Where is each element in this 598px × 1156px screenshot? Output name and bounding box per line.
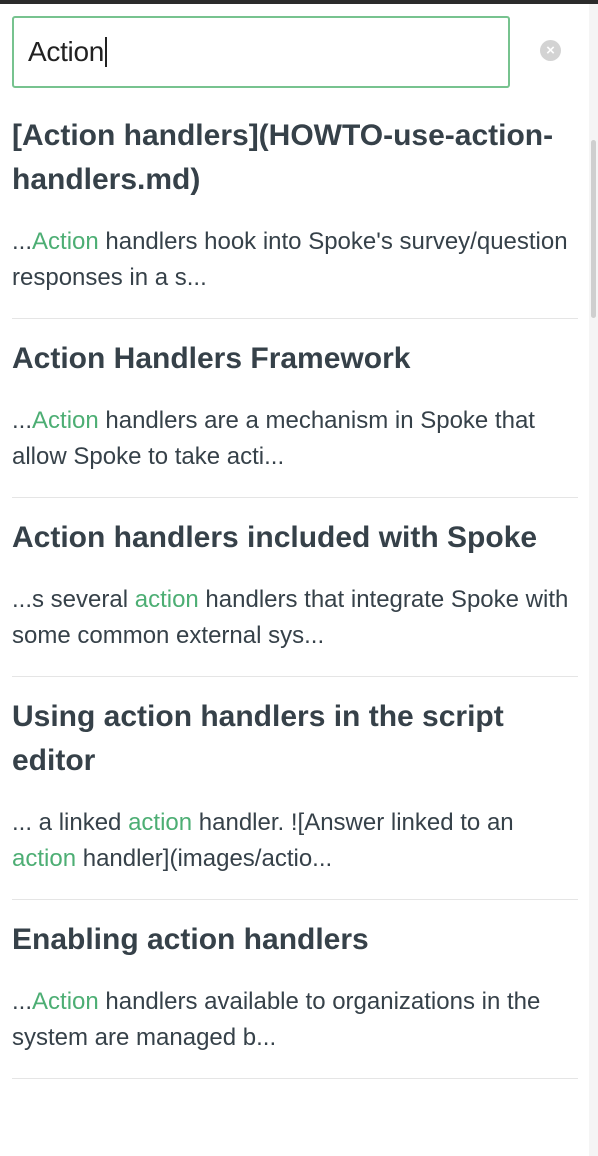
top-border — [0, 0, 598, 4]
result-title[interactable]: Action handlers included with Spoke — [12, 516, 578, 560]
search-result-item[interactable]: Action Handlers Framework ...Action handl… — [12, 319, 578, 498]
scrollbar-thumb[interactable] — [591, 140, 596, 318]
snippet-text: ... — [12, 228, 33, 255]
snippet-text: ... — [12, 407, 33, 434]
snippet-text: handler](images/actio... — [76, 845, 333, 872]
search-input[interactable]: Action — [28, 18, 108, 86]
search-result-item[interactable]: Action handlers included with Spoke ...s … — [12, 498, 578, 677]
snippet-highlight: Action — [32, 407, 99, 434]
search-result-item[interactable]: [Action handlers](HOWTO-use-action-handl… — [12, 96, 578, 319]
snippet-highlight: action — [12, 845, 77, 872]
search-input-value: Action — [28, 36, 105, 67]
result-title[interactable]: Using action handlers in the script edit… — [12, 695, 578, 783]
search-result-item[interactable]: Using action handlers in the script edit… — [12, 677, 578, 900]
result-title[interactable]: Action Handlers Framework — [12, 337, 578, 381]
result-snippet: ...Action handlers hook into Spoke's sur… — [12, 224, 578, 296]
snippet-text: ... a linked — [12, 809, 129, 836]
snippet-text: ...s several — [12, 586, 135, 613]
result-snippet: ... a linked action handler. ![Answer li… — [12, 805, 578, 877]
result-snippet: ...s several action handlers that integr… — [12, 582, 578, 654]
snippet-highlight: Action — [32, 988, 99, 1015]
snippet-highlight: Action — [32, 228, 99, 255]
search-result-item[interactable]: Enabling action handlers ...Action handle… — [12, 900, 578, 1079]
result-title[interactable]: Enabling action handlers — [12, 918, 578, 962]
search-results-list: [Action handlers](HOWTO-use-action-handl… — [12, 96, 578, 1079]
snippet-highlight: action — [134, 586, 199, 613]
result-snippet: ...Action handlers are a mechanism in Sp… — [12, 403, 578, 475]
search-field[interactable]: Action — [12, 16, 510, 88]
snippet-highlight: action — [128, 809, 193, 836]
clear-search-icon[interactable]: × — [540, 40, 561, 61]
text-caret — [105, 36, 108, 67]
result-snippet: ...Action handlers available to organiza… — [12, 984, 578, 1056]
snippet-text: ... — [12, 988, 33, 1015]
result-title[interactable]: [Action handlers](HOWTO-use-action-handl… — [12, 114, 578, 202]
snippet-text: handler. ![Answer linked to an — [192, 809, 514, 836]
